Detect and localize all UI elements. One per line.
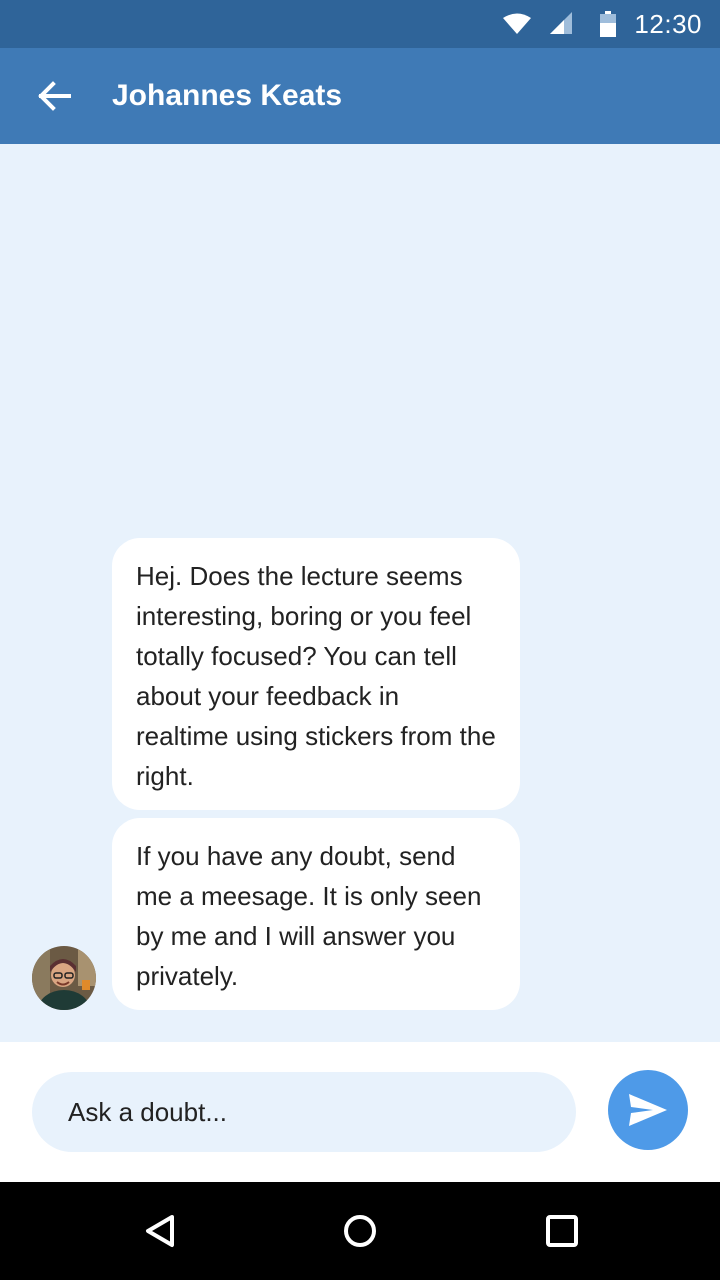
contact-avatar[interactable] — [32, 946, 96, 1010]
status-icons: 12:30 — [502, 0, 702, 48]
nav-home-button[interactable] — [328, 1199, 392, 1263]
chat-area[interactable]: Hej. Does the lecture seems interesting,… — [0, 144, 720, 1042]
wifi-icon — [503, 13, 532, 34]
app-bar: Johannes Keats — [0, 48, 720, 144]
nav-recents-button[interactable] — [530, 1199, 594, 1263]
send-button[interactable] — [608, 1070, 688, 1150]
message-bubble: If you have any doubt, send me a meesage… — [112, 818, 520, 1010]
recents-square-icon — [546, 1215, 578, 1247]
arrow-left-icon — [38, 81, 71, 111]
status-time: 12:30 — [634, 8, 702, 39]
contact-name: Johannes Keats — [112, 79, 343, 112]
back-button[interactable] — [30, 72, 78, 120]
doubt-input[interactable] — [32, 1072, 576, 1152]
avatar-photo — [32, 946, 96, 1010]
battery-icon — [600, 11, 617, 37]
cellular-signal-icon — [550, 12, 573, 34]
nav-back-button[interactable] — [128, 1199, 192, 1263]
status-bar: 12:30 — [0, 0, 720, 48]
send-icon — [629, 1094, 667, 1126]
back-triangle-icon — [146, 1215, 174, 1247]
message-text: If you have any doubt, send me a meesage… — [136, 841, 482, 991]
message-bubble: Hej. Does the lecture seems interesting,… — [112, 538, 520, 810]
message-text: Hej. Does the lecture seems interesting,… — [136, 561, 496, 791]
message-composer — [0, 1042, 720, 1182]
system-nav-bar — [0, 1182, 720, 1280]
home-circle-icon — [344, 1215, 376, 1247]
